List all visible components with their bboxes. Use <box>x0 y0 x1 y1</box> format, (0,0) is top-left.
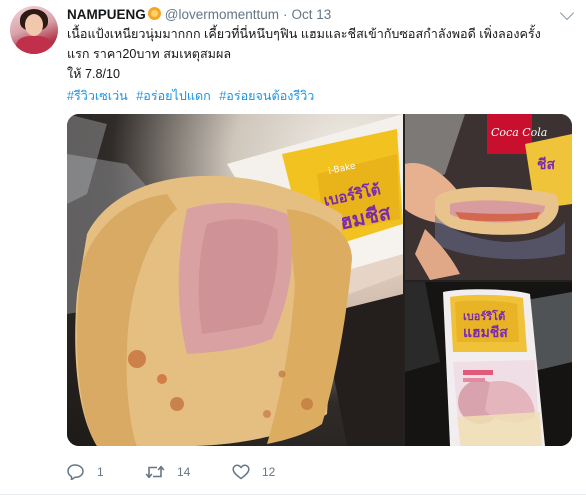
media-grid: i-Bake เบอร์ริโต้ แฮมชีส Coca Cola ชีส เ… <box>67 114 572 446</box>
reply-icon <box>67 464 84 480</box>
tweet-date[interactable]: Oct 13 <box>292 7 332 22</box>
package-photo: เบอร์ริโต้ แฮมชีส <box>405 282 572 446</box>
tweet-text-line: แรก ราคา20บาท สมเหตุสมผล <box>67 47 232 61</box>
tweet-actions: 1 14 12 <box>67 463 322 481</box>
photo-package[interactable]: เบอร์ริโต้ แฮมชีส <box>405 282 572 446</box>
chevron-down-icon[interactable] <box>559 5 575 21</box>
avatar-face <box>25 14 43 36</box>
avatar[interactable] <box>10 6 58 54</box>
like-count: 12 <box>262 465 276 479</box>
hashtag-link[interactable]: #อร่อยจนต้องรีวิว <box>219 89 314 103</box>
tweet-text: เนื้อแป้งเหนียวนุ่มมากกก เคี้ยวที่นี่หนึ… <box>67 24 582 84</box>
tweet-card[interactable]: NAMPUENG @lovermomenttum · Oct 13 เนื้อแ… <box>0 0 586 495</box>
retweet-count: 14 <box>177 465 191 479</box>
photo-main[interactable]: i-Bake เบอร์ริโต้ แฮมชีส <box>67 114 403 446</box>
br-package-title-line2: แฮมชีส <box>463 325 508 341</box>
tweet-text-line: เนื้อแป้งเหนียวนุ่มมากกก เคี้ยวที่นี่หนึ… <box>67 27 541 41</box>
hashtag-link[interactable]: #อร่อยไปแดก <box>136 89 211 103</box>
retweet-button[interactable]: 14 <box>145 464 232 480</box>
coke-can-text: Coca Cola <box>491 126 547 139</box>
br-package-title-line1: เบอร์ริโต้ <box>463 309 505 323</box>
tweet-text-line: ให้ 7.8/10 <box>67 67 120 81</box>
hashtags: #รีวิวเซเว่น #อร่อยไปแดก #อร่อยจนต้องรีว… <box>67 87 319 105</box>
photo-bitten-burrito[interactable]: Coca Cola ชีส <box>405 114 572 280</box>
separator-dot: · <box>283 6 288 22</box>
author-name[interactable]: NAMPUENG <box>67 7 146 22</box>
reply-count: 1 <box>97 465 104 479</box>
avatar-body <box>16 36 52 54</box>
author-handle[interactable]: @lovermomenttum <box>165 7 279 22</box>
bitten-burrito-photo: Coca Cola ชีส <box>405 114 572 280</box>
hashtag-link[interactable]: #รีวิวเซเว่น <box>67 89 128 103</box>
reply-button[interactable]: 1 <box>67 464 145 480</box>
burrito-photo: i-Bake เบอร์ริโต้ แฮมชีส <box>67 114 403 446</box>
retweet-icon <box>145 465 165 479</box>
tr-package-text: ชีส <box>537 157 556 173</box>
like-button[interactable]: 12 <box>232 464 322 480</box>
tweet-header: NAMPUENG @lovermomenttum · Oct 13 <box>67 6 331 22</box>
emoji-badge-icon <box>147 6 161 20</box>
heart-icon <box>232 464 250 480</box>
